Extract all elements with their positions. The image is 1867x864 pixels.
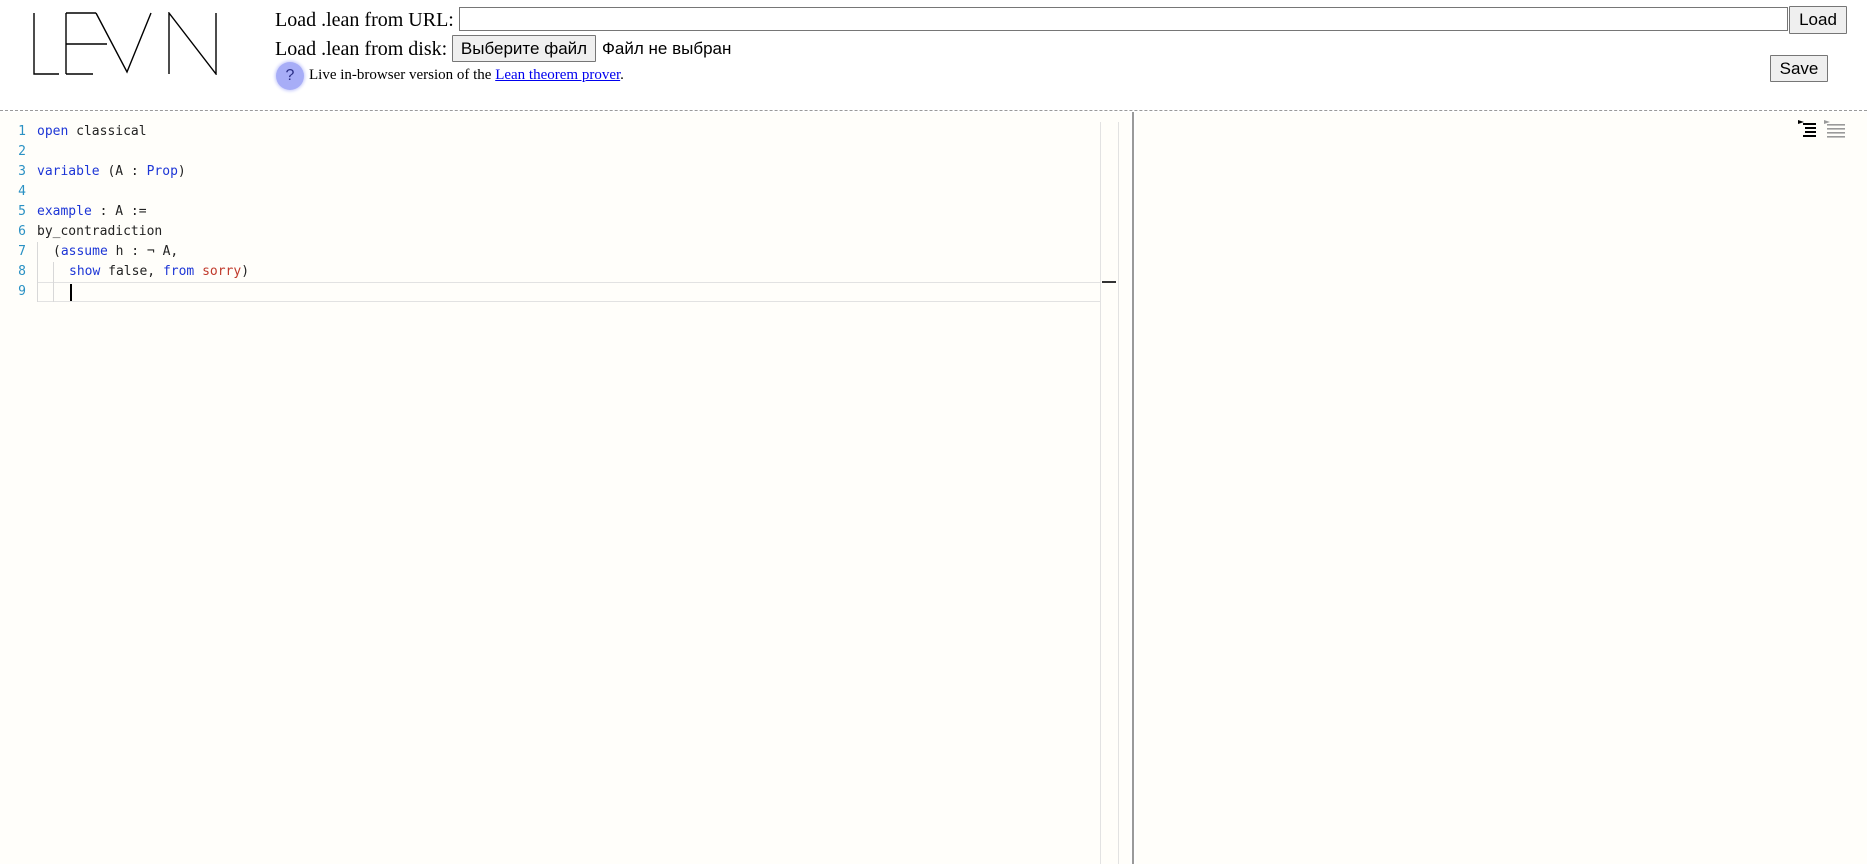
load-button[interactable]: Load	[1789, 6, 1847, 34]
code-token: classical	[68, 124, 147, 139]
disk-row: Load .lean from disk:	[275, 35, 447, 63]
code-line[interactable]: variable (A : Prop)	[37, 162, 1117, 182]
keyword-token: example	[37, 204, 92, 219]
line-number: 6	[18, 224, 26, 239]
indent-guide	[37, 242, 53, 262]
code-editor[interactable]: 1 2 3 4 5 6 7 8 9 open classical variable (A : Pr…	[0, 112, 1130, 864]
code-line[interactable]: open classical	[37, 122, 1117, 142]
keyword-token: from	[162, 264, 195, 279]
line-number: 8	[18, 264, 26, 279]
url-input[interactable]	[459, 7, 1788, 31]
help-prefix: Live in-browser version of the	[309, 67, 496, 83]
disk-label: Load .lean from disk:	[275, 37, 448, 60]
line-number: 1	[18, 124, 26, 139]
indent-guide	[53, 282, 69, 302]
code-line[interactable]: show false, from sorry)	[37, 262, 1117, 282]
keyword-token: Prop	[146, 164, 178, 179]
keyword-token: open	[37, 124, 69, 139]
choose-file-button[interactable]: Выберите файл	[452, 35, 596, 62]
file-status: Файл не выбран	[602, 39, 732, 58]
goal-list-icon[interactable]	[1798, 120, 1820, 140]
line-number: 2	[18, 144, 26, 159]
help-text: Live in-browser version of the Lean theo…	[309, 65, 624, 85]
editor-scrollbar[interactable]	[1100, 122, 1119, 864]
indent-guide	[37, 262, 53, 282]
lean-logo	[33, 12, 217, 75]
code-token: : A :=	[91, 204, 147, 219]
help-icon[interactable]: ?	[276, 62, 304, 90]
code-token: h : ¬ A,	[107, 244, 179, 259]
url-row: Load .lean from URL:	[275, 6, 454, 34]
line-number: 4	[18, 184, 26, 199]
code-token: (	[53, 244, 61, 259]
code-token: )	[177, 164, 186, 179]
panel-divider[interactable]	[1132, 112, 1134, 864]
code-line[interactable]: by_contradiction	[37, 222, 1117, 242]
lean-prover-link[interactable]: Lean theorem prover	[495, 67, 620, 83]
code-token: false,	[100, 264, 163, 279]
keyword-token: variable	[37, 164, 100, 179]
indent-guide	[37, 282, 53, 302]
sorry-token: sorry	[202, 264, 242, 279]
code-token: by_contradiction	[37, 224, 163, 239]
keyword-token: assume	[60, 244, 108, 259]
code-token: )	[241, 264, 250, 279]
url-label: Load .lean from URL:	[275, 8, 454, 31]
save-button[interactable]: Save	[1770, 55, 1828, 82]
code-area[interactable]: open classical variable (A : Prop) example…	[37, 122, 1117, 302]
line-number: 3	[18, 164, 26, 179]
code-line[interactable]	[37, 142, 1117, 162]
top-toolbar: Load .lean from URL: Load Load .lean fro…	[0, 0, 1867, 111]
line-number: 7	[18, 244, 26, 259]
code-token: (A :	[99, 164, 147, 179]
indent-guide	[53, 262, 69, 282]
line-number: 9	[18, 284, 26, 299]
code-line[interactable]: example : A :=	[37, 202, 1117, 222]
help-suffix: .	[620, 67, 624, 83]
line-number-gutter: 1 2 3 4 5 6 7 8 9	[0, 122, 30, 302]
code-line[interactable]	[37, 282, 1117, 302]
info-panel	[1136, 112, 1867, 864]
all-messages-icon[interactable]	[1824, 120, 1846, 140]
scrollbar-position-marker[interactable]	[1102, 281, 1116, 283]
line-number: 5	[18, 204, 26, 219]
keyword-token: show	[69, 264, 101, 279]
code-line[interactable]	[37, 182, 1117, 202]
text-cursor	[70, 284, 72, 301]
code-line[interactable]: (assume h : ¬ A,	[37, 242, 1117, 262]
